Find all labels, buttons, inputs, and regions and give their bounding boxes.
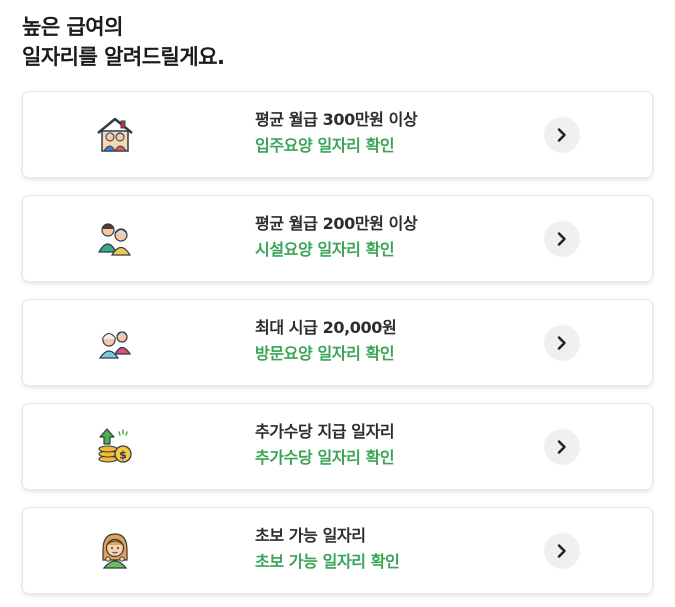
card-subtitle: 추가수당 일자리 확인 — [255, 448, 395, 467]
card-texts: 추가수당 지급 일자리 추가수당 일자리 확인 — [255, 420, 525, 472]
caregiver-elderly-icon — [95, 218, 135, 258]
chevron-right-icon — [557, 128, 566, 142]
chevron-right-button[interactable] — [544, 429, 580, 465]
card-texts: 초보 가능 일자리 초보 가능 일자리 확인 — [255, 524, 525, 576]
card-texts: 평균 월급 200만원 이상 시설요양 일자리 확인 — [255, 212, 525, 264]
job-card-beginner-friendly[interactable]: 초보 가능 일자리 초보 가능 일자리 확인 — [22, 507, 653, 594]
card-title: 평균 월급 300만원 이상 — [255, 110, 418, 129]
coins-growth-icon: $ — [95, 426, 135, 466]
job-card-live-in-care[interactable]: 평균 월급 300만원 이상 입주요양 일자리 확인 — [22, 91, 653, 178]
elderly-couple-icon — [95, 322, 135, 362]
heading-line-2: 일자리를 알려드릴게요. — [22, 45, 225, 69]
svg-text:$: $ — [119, 449, 127, 462]
card-texts: 평균 월급 300만원 이상 입주요양 일자리 확인 — [255, 108, 525, 160]
chevron-right-button[interactable] — [544, 117, 580, 153]
card-subtitle: 초보 가능 일자리 확인 — [255, 552, 400, 571]
job-card-facility-care[interactable]: 평균 월급 200만원 이상 시설요양 일자리 확인 — [22, 195, 653, 282]
chevron-right-icon — [557, 440, 566, 454]
card-title: 추가수당 지급 일자리 — [255, 422, 395, 441]
card-subtitle: 방문요양 일자리 확인 — [255, 344, 395, 363]
job-card-list: 평균 월급 300만원 이상 입주요양 일자리 확인 평균 월급 200만원 이… — [22, 91, 653, 607]
page-heading: 높은 급여의 일자리를 알려드릴게요. — [22, 12, 225, 72]
house-elderly-couple-icon — [95, 114, 135, 154]
chevron-right-button[interactable] — [544, 221, 580, 257]
heading-line-1: 높은 급여의 — [22, 15, 123, 39]
job-card-extra-allowance[interactable]: $ 추가수당 지급 일자리 추가수당 일자리 확인 — [22, 403, 653, 490]
card-title: 최대 시급 20,000원 — [255, 318, 397, 337]
job-card-home-visit-care[interactable]: 최대 시급 20,000원 방문요양 일자리 확인 — [22, 299, 653, 386]
chevron-right-icon — [557, 232, 566, 246]
card-title: 초보 가능 일자리 — [255, 526, 366, 545]
card-texts: 최대 시급 20,000원 방문요양 일자리 확인 — [255, 316, 525, 368]
card-subtitle: 시설요양 일자리 확인 — [255, 240, 395, 259]
chevron-right-icon — [557, 544, 566, 558]
chevron-right-icon — [557, 336, 566, 350]
beginner-woman-icon — [95, 530, 135, 570]
chevron-right-button[interactable] — [544, 533, 580, 569]
chevron-right-button[interactable] — [544, 325, 580, 361]
card-subtitle: 입주요양 일자리 확인 — [255, 136, 395, 155]
card-title: 평균 월급 200만원 이상 — [255, 214, 418, 233]
